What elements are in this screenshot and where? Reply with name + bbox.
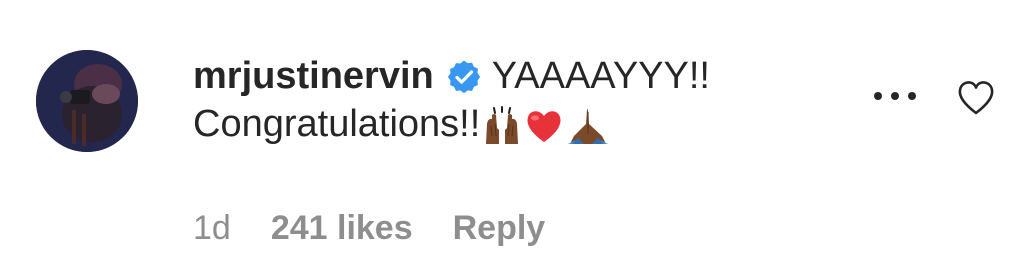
avatar[interactable] <box>36 50 138 152</box>
comment-second-line: Congratulations!! <box>193 100 833 148</box>
comment-meta: 1d 241 likes Reply <box>193 208 545 248</box>
comment-body: mrjustinervin YAAAAYYY!! Congratulations… <box>193 52 833 148</box>
heart-outline-icon[interactable] <box>956 78 996 118</box>
verified-badge-icon <box>446 59 482 95</box>
username[interactable]: mrjustinervin <box>193 52 434 100</box>
avatar-photo <box>36 50 138 152</box>
raising-hands-emoji <box>482 105 522 151</box>
folded-hands-emoji <box>566 106 610 151</box>
red-heart-emoji <box>524 106 564 151</box>
comment: mrjustinervin YAAAAYYY!! Congratulations… <box>0 0 1024 255</box>
more-options-icon[interactable] <box>872 86 918 106</box>
comment-timestamp[interactable]: 1d <box>193 209 231 247</box>
likes-count[interactable]: 241 likes <box>271 209 413 247</box>
comment-text-line2: Congratulations!! <box>193 103 481 145</box>
comment-first-line: mrjustinervin YAAAAYYY!! <box>193 52 833 100</box>
reply-button[interactable]: Reply <box>453 209 546 247</box>
emoji-group <box>482 105 610 151</box>
comment-text-line1: YAAAAYYY!! <box>491 55 710 97</box>
